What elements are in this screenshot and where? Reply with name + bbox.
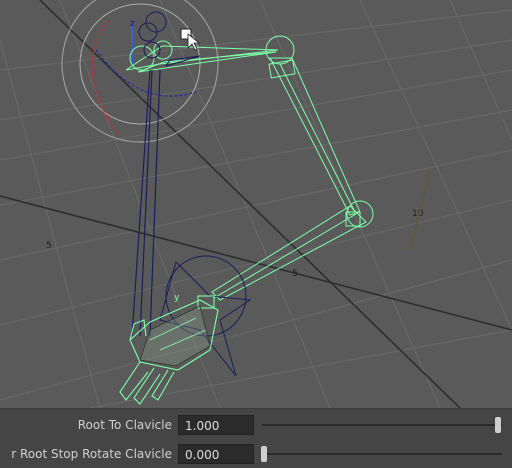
attr-label: r Root Stop Rotate Clavicle: [11, 447, 172, 461]
attr-value-field[interactable]: 1.000: [178, 415, 254, 435]
axis-z-label: z: [130, 19, 135, 29]
grid-label-center: 5: [292, 269, 298, 279]
attr-row-root-stop-rotate-clavicle: r Root Stop Rotate Clavicle 0.000: [0, 442, 512, 468]
upper-arm-bone[interactable]: [265, 35, 361, 216]
axis-y-label: y: [174, 293, 180, 303]
spine-chain: [131, 69, 161, 337]
attr-label: Root To Clavicle: [77, 418, 172, 432]
attr-label-text: Root Stop Rotate Clavicle: [19, 447, 172, 461]
attr-slider[interactable]: [261, 446, 502, 462]
clavicle-joint[interactable]: [125, 40, 279, 73]
attr-row-root-to-clavicle: Root To Clavicle 1.000: [0, 413, 512, 439]
3d-viewport[interactable]: 5 5 10 z y: [0, 0, 512, 408]
grid-label-left: 5: [46, 241, 52, 251]
attr-label-prefix: r: [11, 447, 17, 461]
forearm-bone[interactable]: [211, 200, 374, 301]
attr-value-field[interactable]: 0.000: [178, 444, 254, 464]
slider-handle[interactable]: [261, 446, 268, 462]
scene-canvas[interactable]: 5 5 10 z y: [0, 0, 512, 408]
ground-grid: [0, 0, 512, 408]
attribute-panel: Root To Clavicle 1.000 r Root Stop Rotat…: [0, 408, 512, 468]
attr-slider[interactable]: [262, 417, 502, 433]
slider-handle[interactable]: [495, 417, 502, 433]
